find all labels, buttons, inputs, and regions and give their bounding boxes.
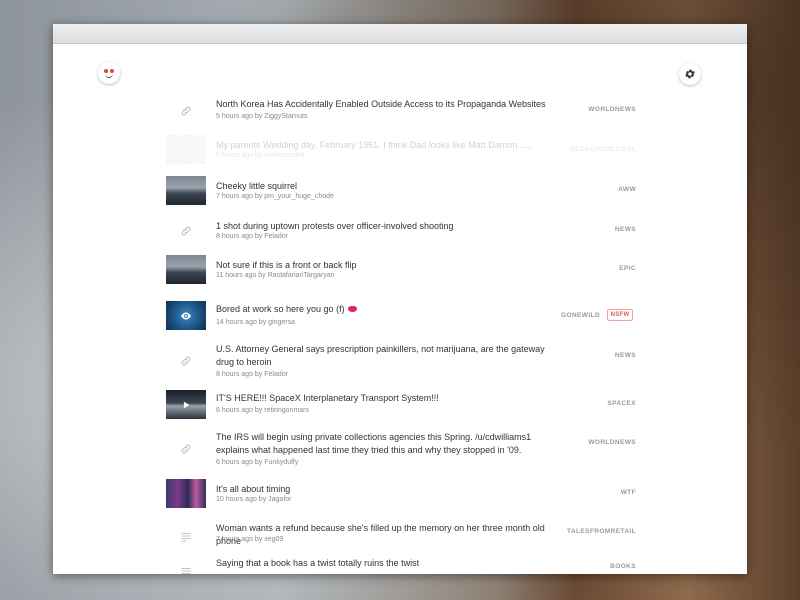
post-title[interactable]: Cheeky little squirrel bbox=[216, 180, 571, 193]
kiss-lips-icon bbox=[347, 305, 357, 312]
post-thumbnail[interactable] bbox=[166, 390, 206, 419]
post-thumbnail[interactable] bbox=[166, 135, 206, 164]
app-window: North Korea Has Accidentally Enabled Out… bbox=[53, 24, 747, 574]
link-icon bbox=[166, 346, 206, 375]
subreddit-label[interactable]: EPIC bbox=[619, 265, 636, 272]
post-title[interactable]: It's all about timing bbox=[216, 483, 571, 496]
subreddit-label[interactable]: TALESFROMRETAIL bbox=[567, 528, 636, 535]
post-meta: 8 hours ago by Felador bbox=[216, 371, 288, 378]
link-icon bbox=[166, 434, 206, 463]
text-post-icon bbox=[166, 557, 206, 574]
post-title[interactable]: My parents Wedding day, February 1961. I… bbox=[216, 139, 571, 152]
text-post-icon bbox=[166, 522, 206, 551]
post-title[interactable]: IT'S HERE!!! SpaceX Interplanetary Trans… bbox=[216, 392, 571, 405]
post-meta: 8 hours ago by Felador bbox=[216, 233, 288, 240]
window-titlebar[interactable] bbox=[53, 24, 747, 44]
subreddit-label[interactable]: WTF bbox=[621, 489, 636, 496]
post-title[interactable]: The IRS will begin using private collect… bbox=[216, 431, 546, 457]
post-title[interactable]: North Korea Has Accidentally Enabled Out… bbox=[216, 98, 571, 111]
link-icon bbox=[166, 216, 206, 245]
post-meta: 7 hours ago by pm_your_huge_chode bbox=[216, 193, 334, 200]
subreddit-label[interactable]: OLDSCHOOLCOOL bbox=[570, 146, 636, 153]
subreddit-label[interactable]: WORLDNEWS bbox=[588, 439, 636, 446]
subreddit-label[interactable]: AWW bbox=[618, 186, 636, 193]
post-meta: 5 hours ago by ZiggyStarnuts bbox=[216, 113, 308, 120]
post-title[interactable]: Not sure if this is a front or back flip bbox=[216, 259, 571, 272]
post-meta: 11 hours ago by RastafarianTargaryan bbox=[216, 272, 335, 279]
eye-icon bbox=[181, 312, 191, 319]
post-thumbnail[interactable] bbox=[166, 176, 206, 205]
gear-icon[interactable] bbox=[679, 63, 701, 85]
link-icon bbox=[166, 96, 206, 125]
subreddit-label[interactable]: WORLDNEWS bbox=[588, 106, 636, 113]
subreddit-label[interactable]: NEWS bbox=[615, 226, 636, 233]
subreddit-label[interactable]: SPACEX bbox=[607, 400, 636, 407]
post-title[interactable]: U.S. Attorney General says prescription … bbox=[216, 343, 556, 369]
nsfw-badge: NSFW bbox=[607, 309, 633, 321]
post-meta: 10 hours ago by Jagafor bbox=[216, 496, 292, 503]
post-title-text: Bored at work so here you go (f) bbox=[216, 304, 345, 314]
post-title[interactable]: Woman wants a refund because she's fille… bbox=[216, 522, 571, 548]
subreddit-label[interactable]: BOOKS bbox=[610, 563, 636, 570]
post-title[interactable]: Bored at work so here you go (f) bbox=[216, 303, 571, 316]
play-icon bbox=[183, 401, 190, 408]
subreddit-label[interactable]: GONEWILD bbox=[561, 312, 600, 319]
post-meta: 6 hours ago by retiringonmars bbox=[216, 407, 309, 414]
post-title[interactable]: 1 shot during uptown protests over offic… bbox=[216, 220, 571, 233]
reddit-alien-icon[interactable] bbox=[98, 62, 120, 84]
post-meta: 7 hours ago by xeg09 bbox=[216, 536, 284, 543]
post-meta: 14 hours ago by gingersa bbox=[216, 319, 295, 326]
post-thumbnail[interactable] bbox=[166, 479, 206, 508]
post-meta: 6 hours ago by Funkyduffy bbox=[216, 459, 299, 466]
subreddit-label[interactable]: NEWS bbox=[615, 352, 636, 359]
post-title[interactable]: Saying that a book has a twist totally r… bbox=[216, 557, 571, 570]
post-meta: 5 hours ago by notheroesleft bbox=[216, 152, 305, 159]
post-thumbnail[interactable] bbox=[166, 301, 206, 330]
post-thumbnail[interactable] bbox=[166, 255, 206, 284]
